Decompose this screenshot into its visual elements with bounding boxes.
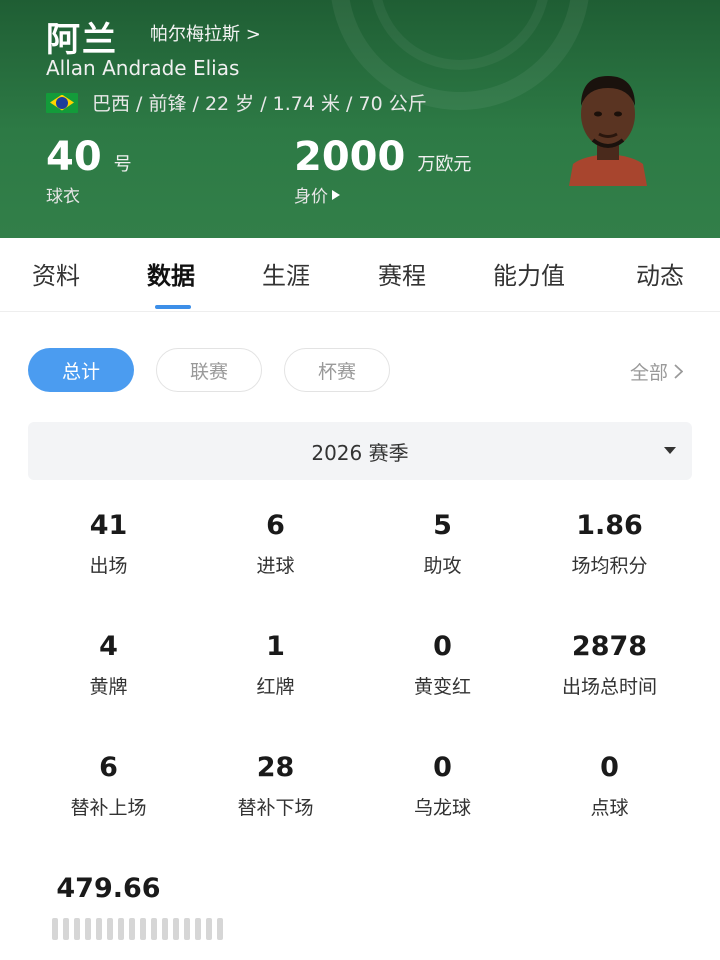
stat-label: 点球 [590, 797, 629, 819]
stat-value: 2878 [571, 631, 648, 662]
filter-league-button[interactable]: 联赛 [156, 348, 262, 392]
market-value-number: 2000 [294, 134, 406, 180]
filter-cup-button[interactable]: 杯赛 [284, 348, 390, 392]
player-meta-text: 巴西 / 前锋 / 22 岁 / 1.74 米 / 70 公斤 [92, 93, 427, 115]
club-link[interactable]: 帕尔梅拉斯 > [150, 20, 261, 46]
season-selector[interactable]: 2026 赛季 [28, 422, 692, 480]
stat-sub-on: 6 替补上场 [25, 752, 192, 820]
tab-profile[interactable]: 资料 [32, 256, 80, 291]
stat-value: 1 [266, 631, 285, 662]
stat-value: 0 [433, 631, 452, 662]
market-value-unit: 万欧元 [417, 154, 472, 175]
stat-label: 进球 [256, 555, 295, 577]
stat-red-cards: 1 红牌 [192, 631, 359, 699]
stat-assists: 5 助攻 [359, 510, 526, 578]
stat-second-yellow: 0 黄变红 [359, 631, 526, 699]
stat-sub-off: 28 替补下场 [192, 752, 359, 820]
stat-value: 6 [99, 752, 118, 783]
stat-label: 出场总时间 [561, 676, 657, 698]
stat-value: 1.86 [576, 510, 643, 541]
tab-news[interactable]: 动态 [636, 256, 684, 291]
stat-label: 场均积分 [571, 555, 648, 577]
dropdown-caret-icon [664, 447, 676, 454]
player-header: 阿兰 帕尔梅拉斯 > Allan Andrade Elias 巴西 / 前锋 /… [0, 0, 720, 238]
stat-extra: 479.66 [25, 873, 192, 904]
stat-label: 助攻 [423, 555, 462, 577]
stat-label: 黄变红 [413, 676, 471, 698]
market-value-link[interactable]: 身价 [294, 182, 340, 207]
all-competitions-link[interactable]: 全部 [630, 358, 684, 385]
all-competitions-label[interactable]: 全部 [630, 358, 668, 385]
chevron-right-icon [674, 364, 684, 379]
stat-value: 479.66 [56, 873, 161, 904]
stat-goals: 6 进球 [192, 510, 359, 578]
stat-label: 替补上场 [70, 797, 147, 819]
market-value: 2000 万欧元 [294, 134, 471, 180]
tab-career[interactable]: 生涯 [262, 256, 310, 291]
filter-total-button[interactable]: 总计 [28, 348, 134, 392]
stat-minutes-played: 2878 出场总时间 [526, 631, 693, 699]
player-name-en: Allan Andrade Elias [46, 56, 240, 80]
shirt-number-value: 40 [46, 134, 102, 180]
stat-label: 替补下场 [237, 797, 314, 819]
play-arrow-icon [332, 189, 340, 200]
shirt-caption: 球衣 [46, 182, 80, 207]
stat-value: 0 [600, 752, 619, 783]
stat-points-per-game: 1.86 场均积分 [526, 510, 693, 578]
stat-value: 41 [89, 510, 128, 541]
market-value-caption[interactable]: 身价 [294, 182, 328, 207]
stat-label: 黄牌 [89, 676, 128, 698]
player-name-cn: 阿兰 [46, 20, 118, 60]
stat-label: 乌龙球 [413, 797, 471, 819]
shirt-number: 40 号 [46, 134, 132, 180]
stat-label: 出场 [89, 555, 128, 577]
player-avatar [563, 66, 653, 186]
brazil-flag-icon [46, 92, 78, 113]
stat-value: 4 [99, 631, 118, 662]
shirt-number-unit: 号 [113, 154, 132, 175]
player-meta: 巴西 / 前锋 / 22 岁 / 1.74 米 / 70 公斤 [46, 89, 427, 116]
stat-yellow-cards: 4 黄牌 [25, 631, 192, 699]
stat-label: 红牌 [256, 676, 295, 698]
stat-own-goals: 0 乌龙球 [359, 752, 526, 820]
club-name[interactable]: 帕尔梅拉斯 > [150, 20, 261, 46]
shirt-caption-text: 球衣 [46, 187, 80, 207]
stat-value: 5 [433, 510, 452, 541]
stat-value: 6 [266, 510, 285, 541]
tab-data[interactable]: 数据 [147, 256, 195, 291]
stat-value: 28 [256, 752, 295, 783]
tab-bar: 资料 数据 生涯 赛程 能力值 动态 [0, 238, 720, 312]
active-tab-indicator [155, 305, 191, 309]
stat-penalties: 0 点球 [526, 752, 693, 820]
stat-appearances: 41 出场 [25, 510, 192, 578]
tab-schedule[interactable]: 赛程 [378, 256, 426, 291]
tab-ability[interactable]: 能力值 [493, 256, 565, 291]
season-label[interactable]: 2026 赛季 [311, 437, 408, 466]
stat-value: 0 [433, 752, 452, 783]
stat-label-cut-off [52, 918, 223, 940]
